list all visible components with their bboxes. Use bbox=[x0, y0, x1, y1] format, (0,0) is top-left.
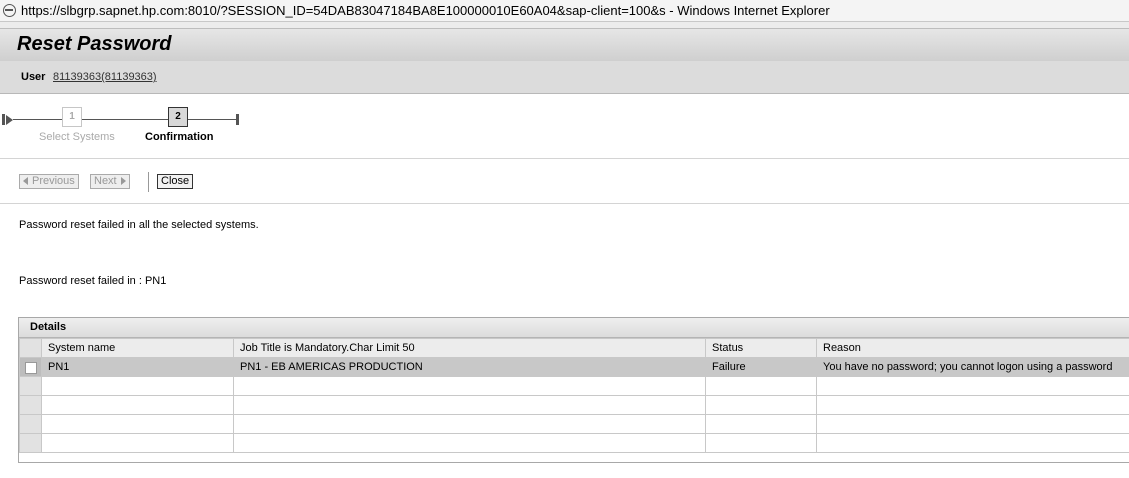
empty-cell bbox=[705, 414, 817, 434]
table-row[interactable] bbox=[19, 376, 1129, 396]
previous-button-label: Previous bbox=[32, 175, 75, 187]
column-header-system-name[interactable]: System name bbox=[41, 338, 234, 358]
row-selector[interactable] bbox=[19, 395, 42, 415]
roadmap: 1 2 Select Systems Confirmation bbox=[0, 96, 1129, 159]
column-header-reason[interactable]: Reason bbox=[816, 338, 1129, 358]
empty-cell bbox=[41, 414, 234, 434]
column-header-status[interactable]: Status bbox=[705, 338, 817, 358]
empty-cell bbox=[816, 414, 1129, 434]
table-row[interactable] bbox=[19, 395, 1129, 415]
row-selector[interactable] bbox=[19, 376, 42, 396]
next-arrow-icon bbox=[120, 177, 126, 186]
empty-cell bbox=[816, 376, 1129, 396]
roadmap-connector bbox=[13, 119, 62, 120]
details-caption: Details bbox=[19, 318, 1129, 338]
row-selector-box bbox=[24, 362, 37, 374]
window-title: https://slbgrp.sapnet.hp.com:8010/?SESSI… bbox=[21, 3, 830, 18]
empty-cell bbox=[705, 433, 817, 453]
empty-cell bbox=[233, 433, 706, 453]
empty-cell bbox=[705, 395, 817, 415]
empty-cell bbox=[233, 395, 706, 415]
table-row[interactable]: PN1 PN1 - EB AMERICAS PRODUCTION Failure… bbox=[19, 357, 1129, 377]
empty-cell bbox=[816, 395, 1129, 415]
select-all-cell[interactable] bbox=[19, 338, 42, 358]
empty-cell bbox=[233, 414, 706, 434]
details-table: System name Job Title is Mandatory.Char … bbox=[19, 338, 1129, 453]
table-row[interactable] bbox=[19, 433, 1129, 453]
roadmap-end-marker bbox=[236, 114, 239, 125]
page-header: Reset Password bbox=[0, 28, 1129, 62]
row-selector[interactable] bbox=[19, 357, 42, 377]
roadmap-step-1-label[interactable]: Select Systems bbox=[39, 131, 115, 143]
table-row[interactable] bbox=[19, 414, 1129, 434]
roadmap-connector bbox=[82, 119, 168, 120]
empty-cell bbox=[233, 376, 706, 396]
row-selector[interactable] bbox=[19, 414, 42, 434]
details-caption-text: Details bbox=[30, 321, 67, 333]
previous-button[interactable]: Previous bbox=[19, 174, 79, 189]
roadmap-step-2-label[interactable]: Confirmation bbox=[145, 131, 213, 143]
cell-status: Failure bbox=[705, 357, 817, 377]
browser-titlebar: https://slbgrp.sapnet.hp.com:8010/?SESSI… bbox=[0, 0, 1129, 22]
internet-explorer-icon bbox=[3, 4, 16, 17]
row-selector[interactable] bbox=[19, 433, 42, 453]
next-button[interactable]: Next bbox=[90, 174, 130, 189]
cell-job-title: PN1 - EB AMERICAS PRODUCTION bbox=[233, 357, 706, 377]
roadmap-start-marker bbox=[2, 114, 5, 125]
close-button[interactable]: Close bbox=[157, 174, 194, 189]
roadmap-step-1[interactable]: 1 bbox=[62, 107, 82, 127]
empty-cell bbox=[816, 433, 1129, 453]
cell-system-name: PN1 bbox=[41, 357, 234, 377]
details-table-panel: Details System name Job Title is Mandato… bbox=[18, 317, 1129, 463]
user-link[interactable]: 81139363(81139363) bbox=[53, 71, 157, 83]
roadmap-start-arrow-icon bbox=[6, 115, 13, 125]
table-header-row: System name Job Title is Mandatory.Char … bbox=[19, 338, 1129, 358]
navigation-toolbar: Previous Next Close bbox=[0, 159, 1129, 204]
roadmap-connector bbox=[188, 119, 236, 120]
close-button-label: Close bbox=[161, 175, 190, 187]
empty-cell bbox=[41, 395, 234, 415]
empty-cell bbox=[705, 376, 817, 396]
user-row: User 81139363(81139363) bbox=[0, 61, 1129, 94]
next-button-label: Next bbox=[94, 175, 117, 187]
message-failed-in: Password reset failed in : PN1 bbox=[19, 275, 167, 287]
roadmap-step-2[interactable]: 2 bbox=[168, 107, 188, 127]
empty-cell bbox=[41, 433, 234, 453]
page-title: Reset Password bbox=[17, 33, 172, 55]
user-label: User bbox=[21, 71, 46, 83]
toolbar-separator bbox=[148, 172, 149, 192]
cell-reason: You have no password; you cannot logon u… bbox=[816, 357, 1129, 377]
column-header-job-title[interactable]: Job Title is Mandatory.Char Limit 50 bbox=[233, 338, 706, 358]
previous-arrow-icon bbox=[23, 177, 28, 186]
empty-cell bbox=[41, 376, 234, 396]
message-all-failed: Password reset failed in all the selecte… bbox=[19, 219, 259, 231]
